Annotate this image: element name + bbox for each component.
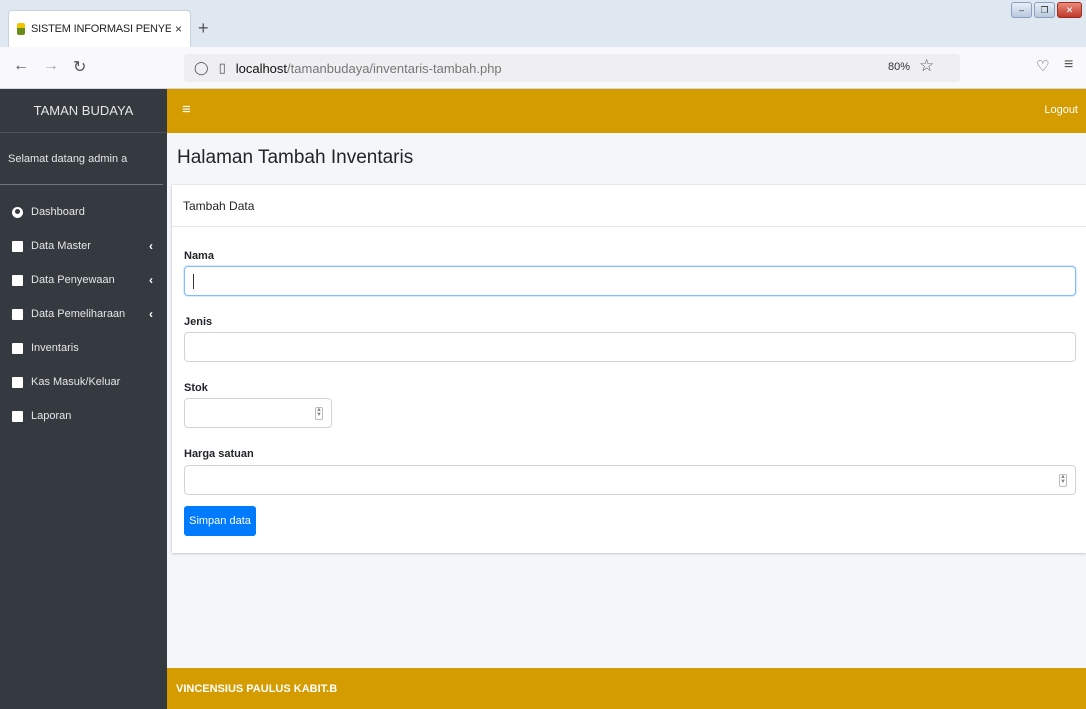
number-spinner-icon[interactable]: ▲ ▼ bbox=[315, 407, 323, 420]
square-icon bbox=[12, 342, 23, 354]
stok-label: Stok bbox=[184, 382, 208, 394]
sidebar-item-label: Data Pemeliharaan bbox=[31, 308, 126, 320]
zoom-level[interactable]: 80% bbox=[888, 61, 910, 73]
logout-link[interactable]: Logout bbox=[1044, 104, 1078, 116]
brand-link[interactable]: TAMAN BUDAYA bbox=[0, 89, 167, 133]
text-caret bbox=[193, 274, 194, 289]
jenis-input[interactable] bbox=[184, 332, 1076, 362]
back-icon[interactable]: ← bbox=[13, 57, 29, 75]
browser-menu-icon[interactable]: ≡ bbox=[1064, 56, 1073, 74]
browser-nav-bar: ← → ↻ ◯ ▯ localhost/tamanbudaya/inventar… bbox=[0, 47, 1086, 89]
bookmark-star-icon[interactable]: ☆ bbox=[919, 56, 934, 76]
simpan-button[interactable]: Simpan data bbox=[184, 506, 256, 536]
chevron-left-icon: ‹ bbox=[149, 273, 153, 287]
sidebar-item-label: Data Master bbox=[31, 240, 91, 252]
sidebar-item-data-penyewaan[interactable]: Data Penyewaan ‹ bbox=[0, 263, 167, 297]
harga-input[interactable]: ▲ ▼ bbox=[184, 465, 1076, 495]
sidebar-item-data-master[interactable]: Data Master ‹ bbox=[0, 229, 167, 263]
url-path: /tamanbudaya/inventaris-tambah.php bbox=[287, 60, 502, 76]
reload-icon[interactable]: ↻ bbox=[73, 57, 86, 77]
sidebar-item-data-pemeliharaan[interactable]: Data Pemeliharaan ‹ bbox=[0, 297, 167, 331]
page-title: Halaman Tambah Inventaris bbox=[177, 147, 414, 168]
number-spinner-icon[interactable]: ▲ ▼ bbox=[1059, 474, 1067, 487]
new-tab-icon[interactable]: + bbox=[198, 18, 209, 39]
square-icon bbox=[12, 410, 23, 422]
footer: VINCENSIUS PAULUS KABIT.B bbox=[167, 668, 1086, 709]
square-icon bbox=[12, 240, 23, 252]
sidebar-item-label: Dashboard bbox=[31, 206, 85, 218]
address-bar[interactable]: ◯ ▯ localhost/tamanbudaya/inventaris-tam… bbox=[184, 54, 960, 82]
form-card: Tambah Data Nama Jenis Stok ▲ ▼ Harga sat… bbox=[172, 185, 1086, 553]
square-icon bbox=[12, 274, 23, 286]
sidebar-item-inventaris[interactable]: Inventaris bbox=[0, 331, 167, 365]
welcome-text: Selamat datang admin a bbox=[0, 133, 163, 185]
sidebar-menu: Dashboard Data Master ‹ Data Penyewaan ‹… bbox=[0, 185, 167, 433]
window-controls: – ❐ ✕ bbox=[1011, 2, 1082, 18]
harga-label: Harga satuan bbox=[184, 448, 254, 460]
square-icon bbox=[12, 376, 23, 388]
jenis-label: Jenis bbox=[184, 316, 213, 328]
sidebar-item-label: Kas Masuk/Keluar bbox=[31, 376, 121, 388]
sidebar-item-label: Data Penyewaan bbox=[31, 274, 115, 286]
sidebar-item-kas[interactable]: Kas Masuk/Keluar bbox=[0, 365, 167, 399]
chevron-left-icon: ‹ bbox=[149, 307, 153, 321]
sidebar-item-label: Inventaris bbox=[31, 342, 79, 354]
maximize-icon[interactable]: ❐ bbox=[1034, 2, 1055, 18]
nama-label: Nama bbox=[184, 250, 214, 262]
card-title: Tambah Data bbox=[172, 185, 1086, 227]
nama-input[interactable] bbox=[184, 266, 1076, 296]
page-icon: ▯ bbox=[218, 60, 226, 75]
stok-input[interactable]: ▲ ▼ bbox=[184, 398, 332, 428]
shield-icon[interactable]: ◯ bbox=[194, 60, 209, 76]
forward-icon[interactable]: → bbox=[43, 57, 59, 75]
browser-tab[interactable]: SISTEM INFORMASI PENYEWA × bbox=[8, 10, 191, 47]
chevron-left-icon: ‹ bbox=[149, 239, 153, 253]
sidebar-item-laporan[interactable]: Laporan bbox=[0, 399, 167, 433]
sidebar-item-dashboard[interactable]: Dashboard bbox=[0, 195, 167, 229]
window-close-icon[interactable]: ✕ bbox=[1057, 2, 1082, 18]
square-icon bbox=[12, 308, 23, 320]
sidebar-item-label: Laporan bbox=[31, 410, 72, 422]
content-wrapper: Halaman Tambah Inventaris Tambah Data Na… bbox=[167, 133, 1086, 668]
top-navbar: ≡ Logout bbox=[167, 89, 1086, 133]
favicon-icon bbox=[17, 23, 25, 35]
sidebar: TAMAN BUDAYA Selamat datang admin a Dash… bbox=[0, 89, 167, 709]
dashboard-icon bbox=[12, 206, 23, 218]
tab-close-icon[interactable]: × bbox=[175, 22, 182, 36]
browser-tab-bar: SISTEM INFORMASI PENYEWA × + – ❐ ✕ bbox=[0, 0, 1086, 47]
hamburger-menu-icon[interactable]: ≡ bbox=[182, 101, 191, 118]
pocket-icon[interactable]: ♡ bbox=[1036, 57, 1049, 75]
url-host: localhost bbox=[235, 60, 288, 76]
tab-title: SISTEM INFORMASI PENYEWA bbox=[31, 23, 171, 35]
minimize-icon[interactable]: – bbox=[1011, 2, 1032, 18]
